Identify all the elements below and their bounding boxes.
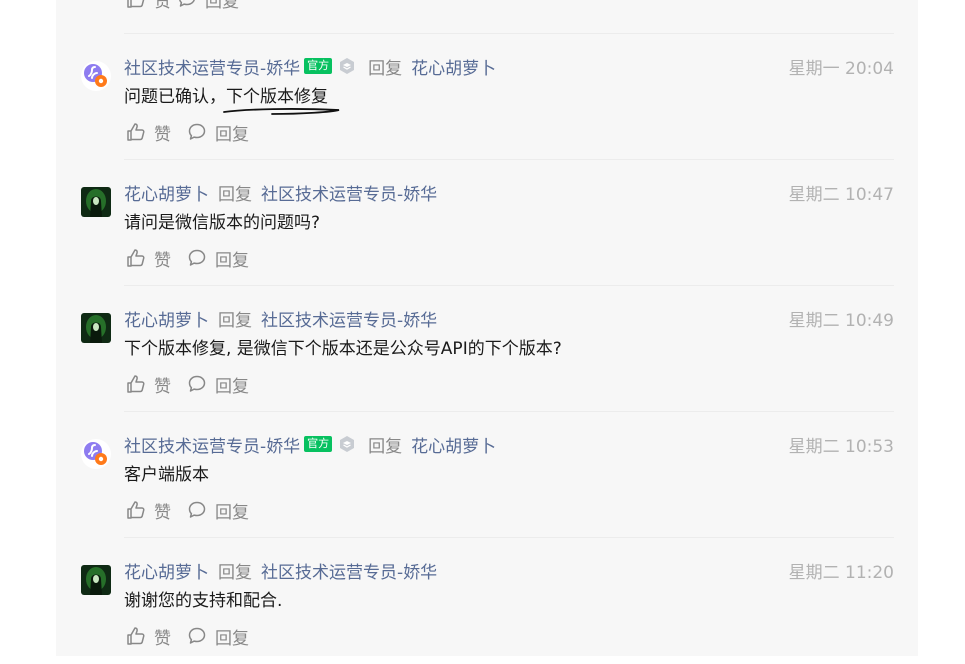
comment-text: 客户端版本 [124,465,209,485]
dark-figure-avatar[interactable] [81,565,111,595]
comment-bubble-icon [179,0,195,7]
comment-time: 星期二 11:20 [788,563,894,583]
like-button[interactable]: 赞 [126,246,171,271]
thumb-up-icon [127,501,145,519]
reply-label: 回复 [215,250,249,271]
reply-button[interactable]: 回复 [187,624,249,649]
comment-author[interactable]: 社区技术运营专员-娇华 [124,54,300,79]
comment-text-prefix: 问题已确认， [124,87,226,107]
like-label: 赞 [154,502,171,523]
comment-item: 花心胡萝卜 回复 社区技术运营专员-娇华 星期二 10:49 下个版本修复, 是… [56,286,918,412]
comment-time: 星期二 10:47 [788,185,894,205]
reply-label: 回复 [215,124,249,145]
like-label: 赞 [154,0,171,12]
dark-figure-avatar[interactable] [81,187,111,217]
reply-button[interactable]: 回复 [187,498,249,523]
level-badge-icon [340,436,355,452]
comment-author[interactable]: 花心胡萝卜 [124,306,209,331]
thumb-up-icon [127,627,145,645]
like-button[interactable]: 赞 [126,120,171,145]
like-label: 赞 [154,124,171,145]
dark-figure-avatar[interactable] [81,313,111,343]
comment-author[interactable]: 花心胡萝卜 [124,180,209,205]
reply-target[interactable]: 社区技术运营专员-娇华 [261,306,437,331]
like-label: 赞 [154,376,171,397]
highlighted-text: 下个版本修复 [223,82,340,115]
like-label: 赞 [154,250,171,271]
previous-comment-actions: 赞 回复 [126,0,245,12]
thumb-up-icon [127,249,145,267]
like-button[interactable]: 赞 [126,372,171,397]
official-badge: 官方 [304,58,333,74]
reply-word: 回复 [218,184,252,205]
comment-text: 谢谢您的支持和配合. [124,591,283,611]
like-label: 赞 [154,628,171,649]
comment-bubble-icon [188,375,206,392]
comment-actions: 赞 回复 [126,624,255,649]
highlighted-text-content: 下个版本修复 [226,87,328,107]
reply-label: 回复 [215,502,249,523]
comment-bubble-icon [188,249,206,266]
comment-bubble-icon [188,627,206,644]
comment-time: 星期二 10:53 [788,437,894,457]
reply-button[interactable]: 回复 [187,120,249,145]
comment-text: 请问是微信版本的问题吗? [124,213,321,233]
comment-text: 问题已确认，下个版本修复 [124,82,340,115]
official-logo-icon[interactable] [81,61,111,91]
thumb-up-icon [127,375,145,393]
comment-bubble-icon [188,123,206,140]
comment-time: 星期一 20:04 [788,59,894,79]
reply-word: 回复 [368,58,403,79]
comment-text: 下个版本修复, 是微信下个版本还是公众号API的下个版本? [124,339,562,359]
comment-item: 社区技术运营专员-娇华 官方 回复 花心胡萝卜 星期二 10:53 客户端版本 … [56,412,918,538]
reply-target[interactable]: 社区技术运营专员-娇华 [261,558,437,583]
comment-author[interactable]: 社区技术运营专员-娇华 [124,432,300,457]
reply-word: 回复 [218,310,252,331]
official-logo-icon[interactable] [81,439,111,469]
reply-word: 回复 [368,436,403,457]
official-badge: 官方 [304,436,333,452]
thumb-up-icon [127,123,145,141]
reply-label: 回复 [215,376,249,397]
comment-item: 花心胡萝卜 回复 社区技术运营专员-娇华 星期二 11:20 谢谢您的支持和配合… [56,538,918,664]
reply-label: 回复 [215,628,249,649]
comment-author[interactable]: 花心胡萝卜 [124,558,209,583]
level-badge-icon [340,58,355,74]
like-button[interactable]: 赞 [126,0,171,12]
reply-button[interactable]: 回复 [187,246,249,271]
comment-bubble-icon [188,501,206,518]
reply-button[interactable]: 回复 [187,372,249,397]
reply-word: 回复 [218,562,252,583]
comment-actions: 赞 回复 [126,246,255,271]
thumb-up-icon [127,0,145,8]
reply-label: 回复 [205,0,239,12]
like-button[interactable]: 赞 [126,498,171,523]
comment-actions: 赞 回复 [126,372,255,397]
reply-target[interactable]: 花心胡萝卜 [411,54,496,79]
comment-time: 星期二 10:49 [788,311,894,331]
reply-target[interactable]: 社区技术运营专员-娇华 [261,180,437,205]
comment-item: 花心胡萝卜 回复 社区技术运营专员-娇华 星期二 10:47 请问是微信版本的问… [56,160,918,286]
reply-button[interactable]: 回复 [177,0,239,12]
comment-actions: 赞 回复 [126,498,255,523]
like-button[interactable]: 赞 [126,624,171,649]
reply-target[interactable]: 花心胡萝卜 [411,432,496,457]
comment-item: 社区技术运营专员-娇华 官方 回复 花心胡萝卜 星期一 20:04 问题已确认，… [56,34,918,160]
handwritten-underline [223,108,340,115]
comment-actions: 赞 回复 [126,120,255,145]
